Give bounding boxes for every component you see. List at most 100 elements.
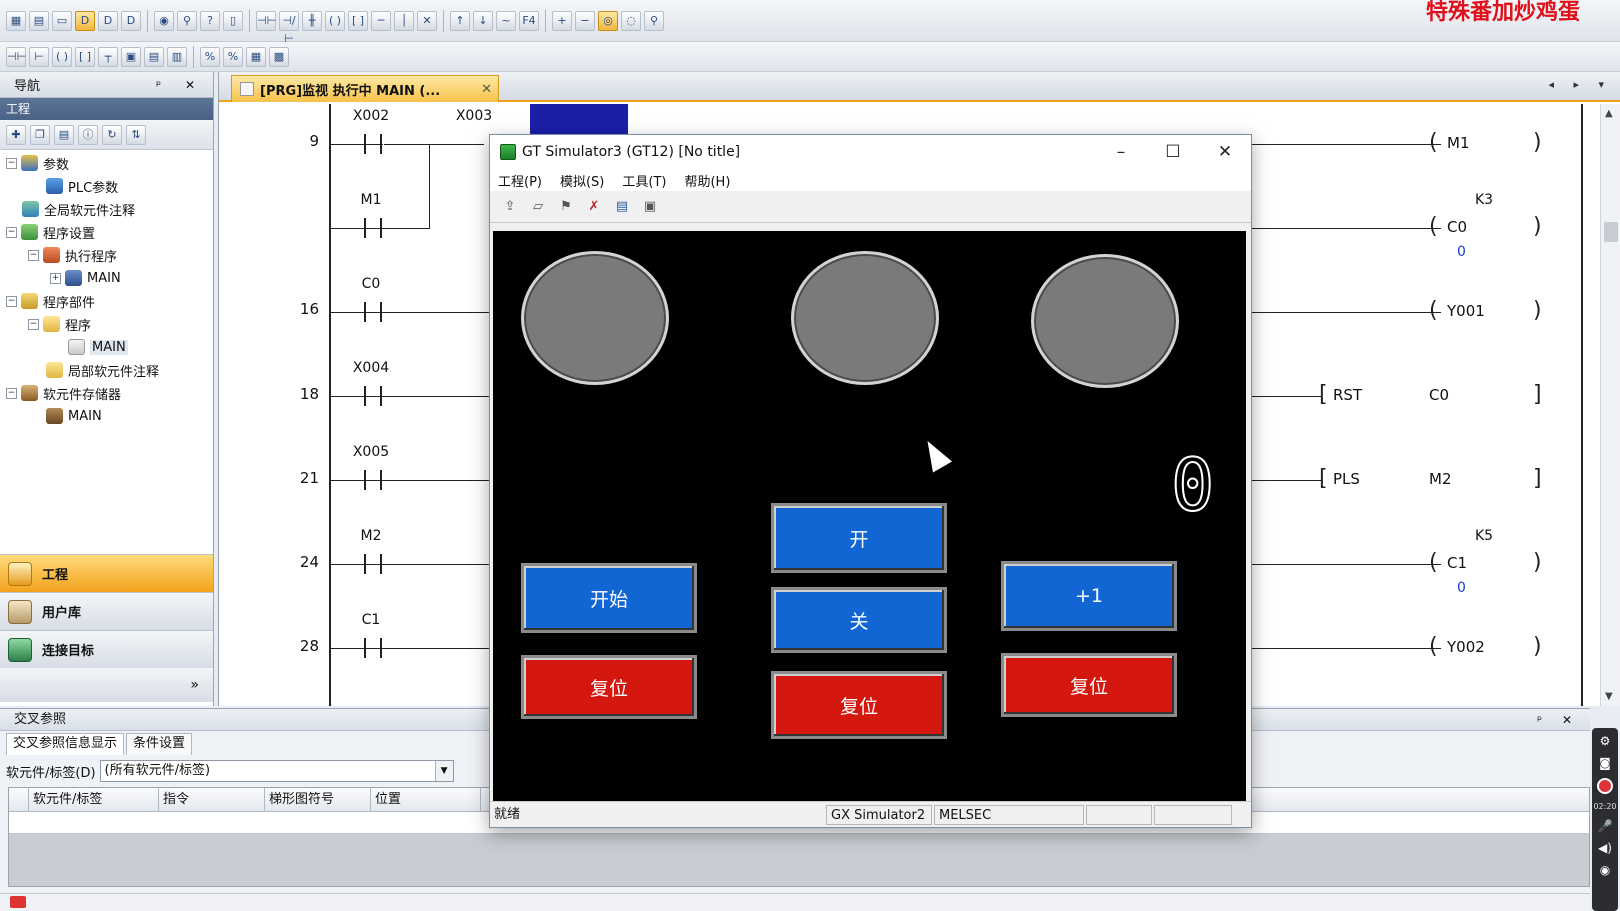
properties-icon[interactable]: ⓘ — [78, 124, 98, 145]
grid-icon[interactable]: ▩ — [269, 46, 289, 67]
nav-tab-library[interactable]: 用户库 — [0, 592, 213, 630]
device-monitor-icon[interactable]: D — [75, 10, 95, 31]
tree-item-exec-program[interactable]: − 执行程序 — [28, 244, 117, 266]
close-icon[interactable]: ✕ — [1199, 135, 1251, 169]
on-button[interactable]: 开 — [771, 503, 947, 573]
device-write-icon[interactable]: D — [98, 10, 118, 31]
column-header-position[interactable]: 位置 — [371, 788, 481, 811]
reset-button-left[interactable]: 复位 — [521, 655, 697, 719]
ladder-convert-icon[interactable]: F4 — [519, 10, 539, 31]
ladder-close-contact-icon[interactable]: ⊣/⊢ — [279, 10, 299, 45]
percent-alt-icon[interactable]: % — [223, 46, 243, 67]
statement-icon[interactable]: ▥ — [167, 46, 187, 67]
chevron-down-icon[interactable]: ▼ — [434, 761, 453, 781]
monitor-stop-icon[interactable]: ◌ — [621, 10, 641, 31]
start-simulation-icon[interactable]: ⚑ — [556, 198, 576, 216]
contact-c0[interactable] — [364, 302, 382, 322]
recorder-settings-icon[interactable]: ⚙ — [1600, 734, 1611, 748]
hmi-screen[interactable]: 0 开 开始 关 +1 复位 复位 复位 — [493, 231, 1246, 801]
ladder-fall-icon[interactable]: ↓ — [473, 10, 493, 31]
percent-icon[interactable]: % — [200, 46, 220, 67]
tree-toggle[interactable]: − — [6, 157, 17, 169]
ladder-hline-icon[interactable]: ─ — [371, 10, 391, 31]
device-monitor-icon[interactable]: ▤ — [612, 198, 632, 216]
comment-icon[interactable]: ▤ — [144, 46, 164, 67]
sort-icon[interactable]: ⇅ — [126, 124, 146, 145]
menu-project[interactable]: 工程(P) — [498, 171, 542, 190]
ladder-icon[interactable]: ⊣⊢ — [6, 46, 26, 67]
folder-open-icon[interactable]: ▱ — [528, 198, 548, 216]
tab-xref-conditions[interactable]: 条件设置 — [126, 733, 193, 755]
find-icon[interactable]: ▯ — [223, 10, 243, 31]
tree-item-params[interactable]: − 参数 — [6, 152, 69, 174]
menu-tools[interactable]: 工具(T) — [622, 171, 666, 190]
off-button[interactable]: 关 — [771, 587, 947, 653]
tree-toggle[interactable]: − — [6, 295, 17, 307]
stop-icon[interactable]: ◉ — [1600, 863, 1610, 877]
scroll-thumb[interactable] — [1604, 222, 1618, 242]
column-header-symbol[interactable]: 梯形图符号 — [265, 788, 371, 811]
maximize-icon[interactable]: ☐ — [1147, 135, 1199, 169]
column-header-instruction[interactable]: 指令 — [159, 788, 265, 811]
tree-item-local-comment[interactable]: 局部软元件注释 — [46, 359, 159, 381]
contact-x004[interactable] — [364, 386, 382, 406]
ladder-invert-icon[interactable]: ~ — [496, 10, 516, 31]
contact-icon[interactable]: ⊢ — [29, 46, 49, 67]
ladder-vline-icon[interactable]: │ — [394, 10, 414, 31]
search-icon[interactable]: ⚲ — [177, 10, 197, 31]
scroll-up-icon[interactable]: ▲ — [1605, 108, 1613, 119]
ladder-delete-icon[interactable]: ✕ — [417, 10, 437, 31]
ladder-function-icon[interactable]: [ ] — [348, 10, 368, 31]
nav-tab-connection[interactable]: 连接目标 — [0, 630, 213, 668]
speaker-icon[interactable]: ◀) — [1598, 841, 1612, 855]
zoom-out-icon[interactable]: − — [575, 10, 595, 31]
new-item-icon[interactable]: ✚ — [6, 124, 26, 145]
contact-m2[interactable] — [364, 554, 382, 574]
tree-item-exec-main[interactable]: + MAIN — [50, 267, 121, 289]
table-icon[interactable]: ▦ — [246, 46, 266, 67]
scroll-down-icon[interactable]: ▼ — [1605, 691, 1613, 702]
column-header-device[interactable]: 软元件/标签 — [29, 788, 159, 811]
record-icon[interactable] — [1597, 778, 1613, 794]
contact-x002[interactable] — [364, 134, 382, 154]
tree-item-program-parts[interactable]: − 程序部件 — [6, 290, 95, 312]
editor-vertical-scrollbar[interactable]: ▲ ▼ — [1600, 104, 1620, 706]
tree-item-plc-params[interactable]: PLC参数 — [46, 175, 118, 197]
menu-help[interactable]: 帮助(H) — [684, 171, 730, 190]
ladder-parallel-icon[interactable]: ╫ — [302, 10, 322, 31]
stop-simulation-icon[interactable]: ✗ — [584, 198, 604, 216]
tree-toggle[interactable]: − — [28, 249, 39, 261]
tree-toggle[interactable]: − — [6, 387, 17, 399]
tree-toggle[interactable]: + — [50, 272, 61, 284]
monitor-start-icon[interactable]: ◎ — [598, 10, 618, 31]
window-icon[interactable]: ▭ — [52, 10, 72, 31]
monitor-icon[interactable]: ◉ — [154, 10, 174, 31]
open-icon[interactable]: ⇪ — [500, 198, 520, 216]
tree-item-global-comment[interactable]: 全局软元件注释 — [22, 198, 135, 220]
magnifier-icon[interactable]: ⚲ — [644, 10, 664, 31]
tree-toggle[interactable]: − — [6, 226, 17, 238]
tree-toggle[interactable]: − — [28, 318, 39, 330]
tab-xref-info[interactable]: 交叉参照信息显示 — [6, 733, 125, 755]
contact-m1[interactable] — [364, 218, 382, 238]
reset-button-right[interactable]: 复位 — [1001, 653, 1177, 717]
tab-close-icon[interactable]: ✕ — [481, 82, 492, 97]
start-button[interactable]: 开始 — [521, 563, 697, 633]
tree-item-memory-main[interactable]: MAIN — [46, 405, 102, 427]
nav-more-button[interactable]: » — [0, 668, 213, 702]
device-filter-select[interactable]: (所有软元件/标签) ▼ — [99, 760, 454, 782]
contact-x005[interactable] — [364, 470, 382, 490]
tab-main-monitor[interactable]: [PRG]监视 执行中 MAIN (... ✕ — [231, 75, 499, 102]
minimize-icon[interactable]: – — [1095, 135, 1147, 169]
tree-item-main[interactable]: MAIN — [68, 336, 128, 358]
options-icon[interactable]: ▣ — [640, 198, 660, 216]
copy-icon[interactable]: ❐ — [30, 124, 50, 145]
block-icon[interactable]: ▣ — [121, 46, 141, 67]
coil-icon[interactable]: ( ) — [52, 46, 72, 67]
nav-tab-project[interactable]: 工程 — [0, 554, 213, 592]
help-icon[interactable]: ? — [200, 10, 220, 31]
reset-button-center[interactable]: 复位 — [771, 671, 947, 739]
contact-c1[interactable] — [364, 638, 382, 658]
camera-icon[interactable]: ◙ — [1599, 756, 1611, 770]
save-icon[interactable]: ▤ — [29, 10, 49, 31]
